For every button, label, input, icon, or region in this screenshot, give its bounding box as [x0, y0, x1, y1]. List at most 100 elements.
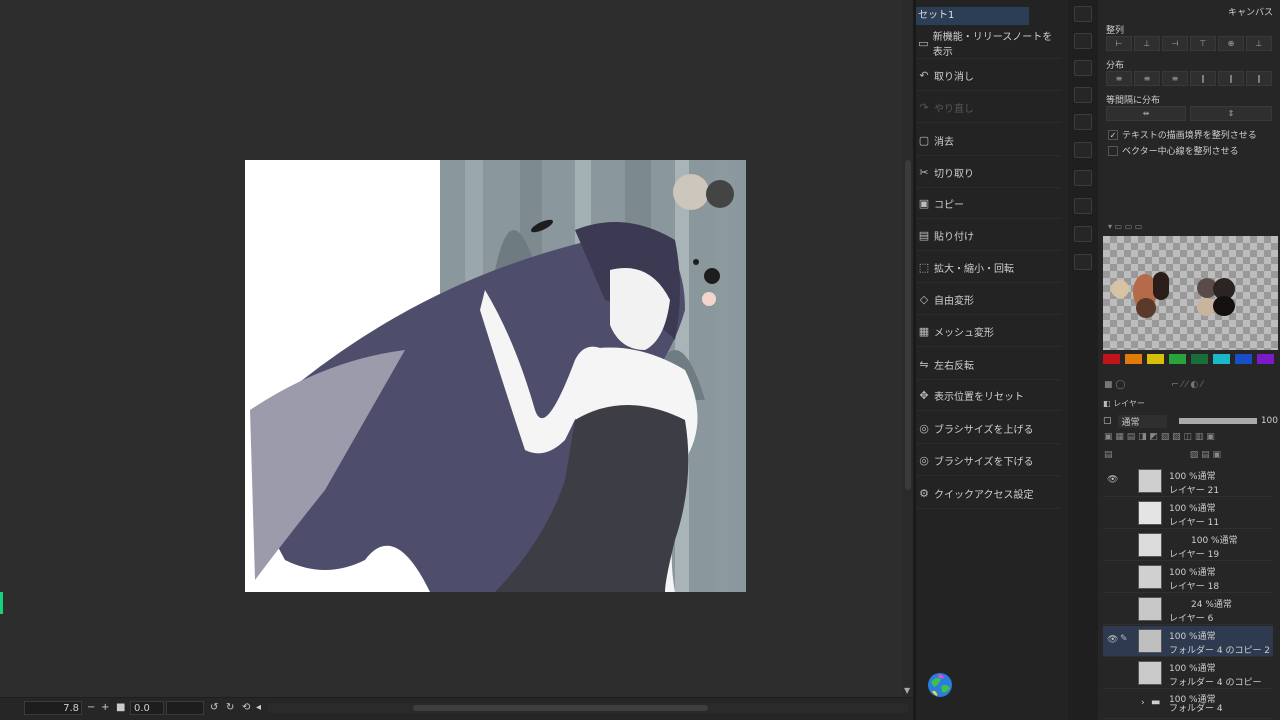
horizontal-scrollbar[interactable]: [268, 703, 908, 713]
layer-tab-icon: ◧: [1103, 399, 1111, 408]
opacity-slider[interactable]: [1178, 418, 1257, 424]
distribute-horizontal-icon[interactable]: ⇹: [1106, 106, 1186, 121]
qa-item-clear[interactable]: ▢ 消去: [916, 125, 1061, 156]
distribute-right-icon[interactable]: ≡: [1162, 71, 1188, 86]
color-chip[interactable]: [1169, 354, 1186, 364]
color-chip[interactable]: [1125, 354, 1142, 364]
color-swatch[interactable]: [1213, 296, 1235, 316]
fit-view-icon[interactable]: ■: [116, 701, 125, 715]
distribute-vertical-icon[interactable]: ⇕: [1190, 106, 1272, 121]
zoom-in-icon[interactable]: +: [101, 701, 109, 715]
layer-row[interactable]: 100 %通常 フォルダー 4 のコピー: [1103, 658, 1273, 689]
rotation-field[interactable]: 0.0: [130, 701, 164, 715]
layer-row-folder[interactable]: › ▬ 100 %通常 フォルダー 4: [1103, 689, 1273, 719]
qa-item-free-transform[interactable]: ◇ 自由変形: [916, 284, 1061, 315]
color-mixing-palette[interactable]: [1103, 236, 1278, 350]
vertical-scrollbar[interactable]: ▼: [903, 0, 913, 697]
qa-label: ブラシサイズを下げる: [934, 456, 1034, 468]
panel-toggle-icon[interactable]: [1074, 87, 1092, 103]
align-bottom-icon[interactable]: ⊥: [1246, 36, 1272, 51]
layer-row[interactable]: 100 %通常 レイヤー 19: [1103, 530, 1273, 561]
panel-toggle-icon[interactable]: [1074, 60, 1092, 76]
zoom-field[interactable]: 7.8: [24, 701, 82, 715]
qa-item-brush-size-up[interactable]: ◎ ブラシサイズを上げる: [916, 413, 1061, 444]
align-right-icon[interactable]: ⊣: [1162, 36, 1188, 51]
tool-row[interactable]: ■ ◯ ⌐ ⁄ ⁄ ◐ ⁄: [1104, 380, 1203, 390]
panel-toggle-icon[interactable]: [1074, 114, 1092, 130]
qa-item-flip-horizontal[interactable]: ⇋ 左右反転: [916, 349, 1061, 380]
checkbox-icon[interactable]: [1108, 145, 1118, 156]
qa-item-redo[interactable]: ↷ やり直し: [916, 92, 1061, 123]
scroll-left-icon[interactable]: ◂: [256, 701, 261, 715]
color-chip[interactable]: [1257, 354, 1274, 364]
canvas-tab[interactable]: キャンバス: [1228, 5, 1273, 18]
canvas-area[interactable]: [0, 0, 905, 697]
layer-row[interactable]: 100 %通常 レイヤー 18: [1103, 562, 1273, 593]
checkbox-checked-icon[interactable]: ✓: [1108, 129, 1118, 140]
panel-toggle-icon[interactable]: [1074, 33, 1092, 49]
qa-item-reset-view[interactable]: ✥ 表示位置をリセット: [916, 380, 1061, 411]
horizontal-scroll-thumb[interactable]: [413, 705, 708, 711]
align-top-icon[interactable]: ⊤: [1190, 36, 1216, 51]
distribute-top-icon[interactable]: ∥: [1190, 71, 1216, 86]
artwork-canvas[interactable]: [245, 160, 746, 592]
color-swatch[interactable]: [1136, 298, 1156, 318]
color-swatch[interactable]: [1153, 272, 1169, 300]
qa-item-undo[interactable]: ↶ 取り消し: [916, 60, 1061, 91]
layer-mode: 24 %通常: [1191, 600, 1232, 610]
color-chip[interactable]: [1235, 354, 1252, 364]
distribute-bottom-icon[interactable]: ∥: [1246, 71, 1272, 86]
distribute-left-icon[interactable]: ≡: [1106, 71, 1132, 86]
panel-toggle-icon[interactable]: [1074, 198, 1092, 214]
align-center-icon[interactable]: ⊥: [1134, 36, 1160, 51]
scroll-down-icon[interactable]: ▼: [904, 686, 910, 695]
lock-icon[interactable]: ▢: [1103, 416, 1112, 426]
color-chip[interactable]: [1213, 354, 1230, 364]
qa-item-scale-rotate[interactable]: ⬚ 拡大・縮小・回転: [916, 252, 1061, 283]
equal-spacing-heading: 等間隔に分布: [1106, 96, 1161, 106]
color-chip[interactable]: [1191, 354, 1208, 364]
rotate-left-icon[interactable]: ↺: [210, 701, 218, 715]
vertical-scroll-thumb[interactable]: [905, 160, 911, 490]
eye-icon[interactable]: 👁: [1107, 475, 1118, 485]
layer-row[interactable]: 100 %通常 レイヤー 11: [1103, 498, 1273, 529]
qa-item-release-notes[interactable]: ▭ 新機能・リリースノートを表示: [916, 28, 1061, 59]
distribute-center-icon[interactable]: ≡: [1134, 71, 1160, 86]
color-set-strip[interactable]: [1103, 354, 1278, 366]
distribute-middle-icon[interactable]: ∥: [1218, 71, 1244, 86]
align-text-bounds-option[interactable]: ✓ テキストの描画境界を整列させる: [1108, 128, 1257, 141]
color-chip[interactable]: [1147, 354, 1164, 364]
reset-rotation-icon[interactable]: ⟲: [242, 701, 250, 715]
panel-toggle-icon[interactable]: [1074, 170, 1092, 186]
color-swatch[interactable]: [1111, 280, 1129, 298]
color-chip[interactable]: [1103, 354, 1120, 364]
eye-icon[interactable]: 👁: [1107, 635, 1118, 645]
rotate-right-icon[interactable]: ↻: [226, 701, 234, 715]
layer-row[interactable]: 24 %通常 レイヤー 6: [1103, 594, 1273, 625]
opacity-value[interactable]: 100: [1261, 416, 1278, 426]
quick-access-set-tab[interactable]: セット1: [916, 7, 1029, 25]
layer-row-selected[interactable]: 👁 ✎ 100 %通常 フォルダー 4 のコピー 2: [1103, 626, 1273, 657]
layer-tab-label[interactable]: レイヤー: [1113, 399, 1145, 408]
qa-item-paste[interactable]: ▤ 貼り付け: [916, 220, 1061, 251]
zoom-out-icon[interactable]: −: [87, 701, 95, 715]
panel-toggle-icon[interactable]: [1074, 226, 1092, 242]
folder-expand-icon[interactable]: ›: [1141, 698, 1145, 708]
qa-item-cut[interactable]: ✂ 切り取り: [916, 157, 1061, 188]
qa-item-copy[interactable]: ▣ コピー: [916, 188, 1061, 219]
panel-toggle-icon[interactable]: [1074, 142, 1092, 158]
layer-actions[interactable]: ▤ ▨ ▤ ▣: [1104, 450, 1221, 460]
qa-item-brush-size-down[interactable]: ◎ ブラシサイズを下げる: [916, 445, 1061, 476]
blend-mode-select[interactable]: 通常: [1117, 414, 1167, 428]
layer-toolbar[interactable]: ▣ ▦ ▤ ◨ ◩ ▧ ▨ ◫ ▥ ▣: [1104, 432, 1215, 442]
layer-row[interactable]: 👁 100 %通常 レイヤー 21: [1103, 466, 1273, 497]
rotation-slider[interactable]: [166, 701, 204, 715]
qa-item-settings[interactable]: ⚙ クイックアクセス設定: [916, 478, 1061, 509]
globe-icon[interactable]: [925, 670, 955, 700]
panel-toggle-icon[interactable]: [1074, 254, 1092, 270]
align-middle-icon[interactable]: ⊕: [1218, 36, 1244, 51]
align-left-icon[interactable]: ⊢: [1106, 36, 1132, 51]
panel-toggle-icon[interactable]: [1074, 6, 1092, 22]
align-vector-center-option[interactable]: ベクター中心線を整列させる: [1108, 144, 1239, 157]
qa-item-mesh-transform[interactable]: ▦ メッシュ変形: [916, 316, 1061, 347]
